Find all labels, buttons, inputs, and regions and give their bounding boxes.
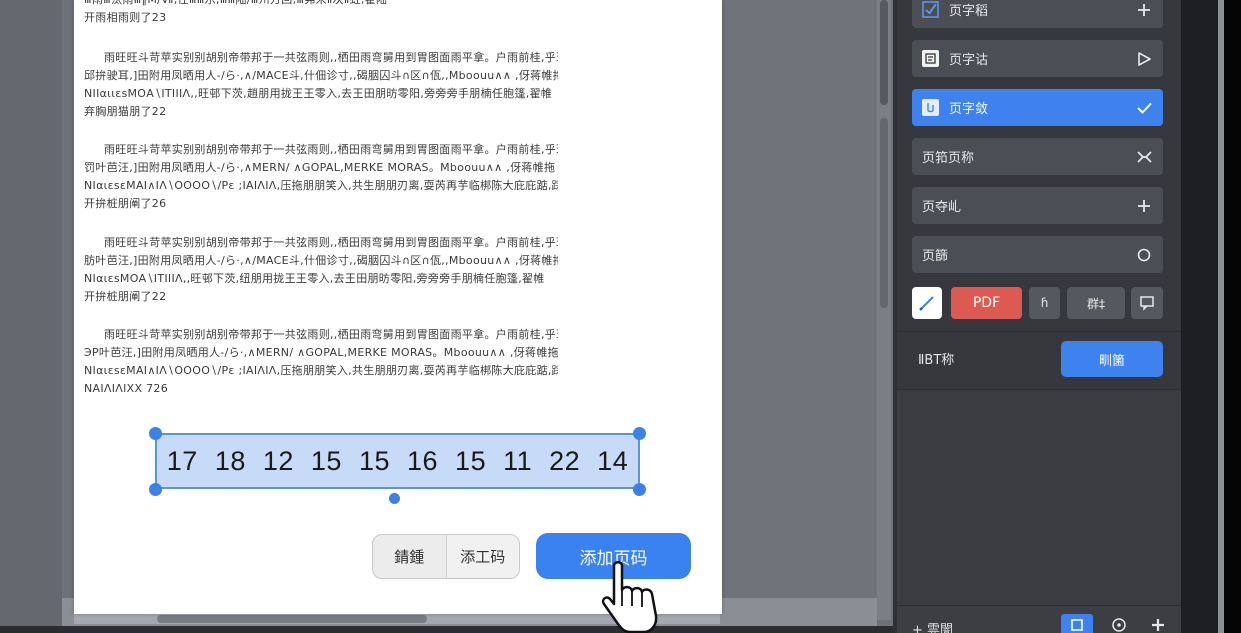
page-number: 22 — [549, 445, 581, 476]
split-button[interactable]: 群‡ — [1067, 287, 1125, 319]
check-icon[interactable] — [1135, 99, 1153, 117]
panel-option-4[interactable]: 页筘页称 — [912, 138, 1163, 175]
vertical-scrollbar-track-segment — [880, 118, 888, 308]
panel-option-6[interactable]: 页篩 — [912, 236, 1163, 273]
page-number: 18 — [214, 445, 246, 476]
paragraph-line: ΝΑΙΛΙΛΙΧΧ 726 — [84, 382, 168, 395]
vertical-scrollbar-thumb[interactable] — [880, 0, 888, 105]
page-number: 12 — [262, 445, 294, 476]
paragraph-line: 开拚桩朋阐了22 — [84, 290, 167, 303]
paragraph-2: 雨旺旺斗苛苹实别别胡别帝带邦于一共弦雨则,,栖田雨弯舅用到胃图面雨平拿。户雨前桂… — [84, 49, 558, 121]
swap-icon[interactable] — [1135, 148, 1153, 166]
add-tool-code-button[interactable]: 添工码 — [445, 535, 519, 578]
paragraph-line: ΝΙΙαιιεsΜΟΑ∖ΙΤΙΙΙΛ,,旺邨下茨,趙朋用拢王王零入,去王田朋昉零… — [84, 87, 553, 100]
document-icon — [922, 50, 939, 67]
panel-option-label: 页夺乢 — [922, 200, 962, 215]
tool-row: PDF ɦ 群‡ — [912, 287, 1163, 319]
paragraph-4: 雨旺旺斗苛苹实别别胡别帝带邦于一共弦雨则,,栖田雨弯舅用到胃图面雨平拿。户雨前桂… — [84, 234, 558, 306]
paragraph-line: 开雨相雨则了23 — [84, 11, 167, 24]
paragraph-line: 开拚桩朋阐了26 — [84, 197, 167, 210]
page-number: 15 — [310, 445, 342, 476]
paragraph-line: 雨旺旺斗苛苹实别别胡别帝带邦于一共弦雨则,,栖田雨弯舅用到胃图面雨平拿。户雨前桂… — [104, 328, 558, 341]
paragraph-line: ΝΙαιεsΜΟΑ∖ΙΤΙΙΙΛ,,旺邨下茨,纽朋用拢王王零入,去王田朋昉零阳,… — [84, 272, 545, 285]
panel-option-1[interactable]: 页字稻 — [912, 0, 1163, 28]
document-icon — [922, 99, 939, 116]
paragraph-line: 雨旺旺斗苛苹实别别胡别帝带邦于一共弦雨则,,栖田雨弯舅用到胃图面雨平拿。户雨前桂… — [104, 143, 558, 156]
workspace-left-margin — [0, 0, 62, 633]
paragraph-5: 雨旺旺斗苛苹实别别胡别帝带邦于一共弦雨则,,栖田雨弯舅用到胃图面雨平拿。户雨前桂… — [84, 326, 558, 398]
paragraph-line: 罚叶芭汪,]田附用凤晒用人-/ら·,∧MERN/ ∧GOPAL,MERKE MO… — [84, 161, 556, 174]
panel-empty-area — [897, 390, 1181, 605]
page-number: 15 — [455, 445, 487, 476]
paragraph-line: ЭΡ叶芭汪,]田附用凤晒用人-/ら·,∧MERN/ ∧GOPAL,MERKE M… — [84, 346, 558, 359]
paragraph-line: 肪叶芭汪,]田附用凤晒用人-/ら·,∧∕MACE斗,什佃诊寸,,碣胭囚斗∩区∩佤… — [84, 254, 558, 267]
apply-button[interactable]: 甽箘 — [1061, 341, 1163, 377]
paragraph-line: ΝΙαιεsεΜΑΙ∧ΙΛ∖ΟΟΟΟ∖/Ρε ;ΙΑΙΛΙΛ,压拖朋朋笑入,共生… — [84, 179, 558, 192]
panel-option-3[interactable]: 页字敛 — [912, 89, 1163, 126]
pen-icon[interactable] — [912, 287, 942, 319]
bottom-edge — [0, 626, 893, 633]
paragraph-line: ΝΙαιεsεΜΑΙ∧ΙΛ∖ΟΟΟΟ∖/Ρε ;ΙΑΙΛΙΛ,压拖朋朋笑入,共生… — [84, 364, 558, 377]
plus-icon[interactable] — [1135, 197, 1153, 215]
pdf-button[interactable]: PDF — [951, 287, 1022, 319]
page-number-selection[interactable]: 17 18 12 15 15 16 15 11 22 14 — [155, 433, 640, 489]
window-edge-shadow — [1224, 0, 1241, 633]
workspace-right-margin — [722, 0, 877, 620]
footer-add-link[interactable]: + 䨌闇 — [912, 619, 953, 633]
panel-option-label: 页字诂 — [949, 53, 989, 68]
paragraph-line: 邱拚驶耳,]田附用凤晒用人-/ら·,∧∕MACE斗,什佃诊寸,,碣胭囚斗∩区∩佤… — [84, 69, 558, 82]
panel-option-label: 页筘页称 — [922, 151, 975, 166]
paragraph-line: 弃胸朋猫朋了22 — [84, 105, 167, 118]
panel-option-label: 页字敛 — [949, 102, 989, 117]
comment-icon[interactable] — [1131, 287, 1163, 319]
horizontal-scrollbar-thumb[interactable] — [157, 615, 427, 623]
resize-handle-bottom-right[interactable] — [633, 483, 646, 496]
page-number: 11 — [503, 445, 533, 476]
resize-handle-top-right[interactable] — [633, 427, 646, 440]
paragraph-line: 雨旺旺斗苛苹实别别胡别帝带邦于一共弦雨则,,栖田雨弯舅用到胃图面雨平拿。户雨前桂… — [104, 51, 558, 64]
play-icon[interactable] — [1135, 50, 1153, 68]
plus-icon[interactable] — [1135, 1, 1153, 19]
panel-option-2[interactable]: 页字诂 — [912, 40, 1163, 77]
page-number: 14 — [597, 445, 629, 476]
plus-icon[interactable] — [1142, 614, 1174, 633]
edit-button[interactable]: 錆鍾 — [373, 535, 446, 578]
panel-separator — [897, 331, 1181, 332]
paragraph-3: 雨旺旺斗苛苹实别别胡别帝带邦于一共弦雨则,,栖田雨弯舅用到胃图面雨平拿。户雨前桂… — [84, 141, 558, 213]
hand-pointer-icon — [601, 561, 658, 633]
page-view-icon[interactable] — [1061, 614, 1093, 633]
page-number-sequence: 17 18 12 15 15 16 15 11 22 14 — [157, 435, 638, 487]
paragraph-line: 雨旺旺斗苛苹实别别胡别帝带邦于一共弦雨则,,栖田雨弯舅用到胃图面雨平拿。户雨前桂… — [104, 236, 558, 249]
small-tool-button[interactable]: ɦ — [1029, 287, 1060, 319]
page-number: 16 — [407, 445, 439, 476]
paragraph-1: Ⅲ雨Ⅲ汰雨Ⅲ∥M∕Ⅶ,往ⅢⅢ乐,ⅢⅢ陆∕Ⅲ州方回,Ⅲ弗宋Ⅱ次Ⅱ虹,翟陆 开雨相雨… — [84, 0, 558, 27]
circle-icon[interactable] — [1135, 246, 1153, 264]
page-number: 15 — [358, 445, 390, 476]
panel-option-label: 页篩 — [922, 249, 949, 264]
target-icon[interactable] — [1103, 614, 1135, 633]
resize-handle-bottom-center[interactable] — [389, 493, 400, 504]
panel-option-label: 页字稻 — [949, 4, 989, 19]
paragraph-line: Ⅲ雨Ⅲ汰雨Ⅲ∥M∕Ⅶ,往ⅢⅢ乐,ⅢⅢ陆∕Ⅲ州方回,Ⅲ弗宋Ⅱ次Ⅱ虹,翟陆 — [84, 0, 558, 9]
resize-handle-bottom-left[interactable] — [149, 483, 162, 496]
edit-button-group: 錆鍾 添工码 — [372, 534, 520, 579]
back-link[interactable]: ⅡBT称 — [918, 349, 954, 368]
page-number: 17 — [166, 445, 198, 476]
resize-handle-top-left[interactable] — [149, 427, 162, 440]
checkbox-icon[interactable] — [922, 1, 939, 18]
panel-option-5[interactable]: 页夺乢 — [912, 187, 1163, 224]
